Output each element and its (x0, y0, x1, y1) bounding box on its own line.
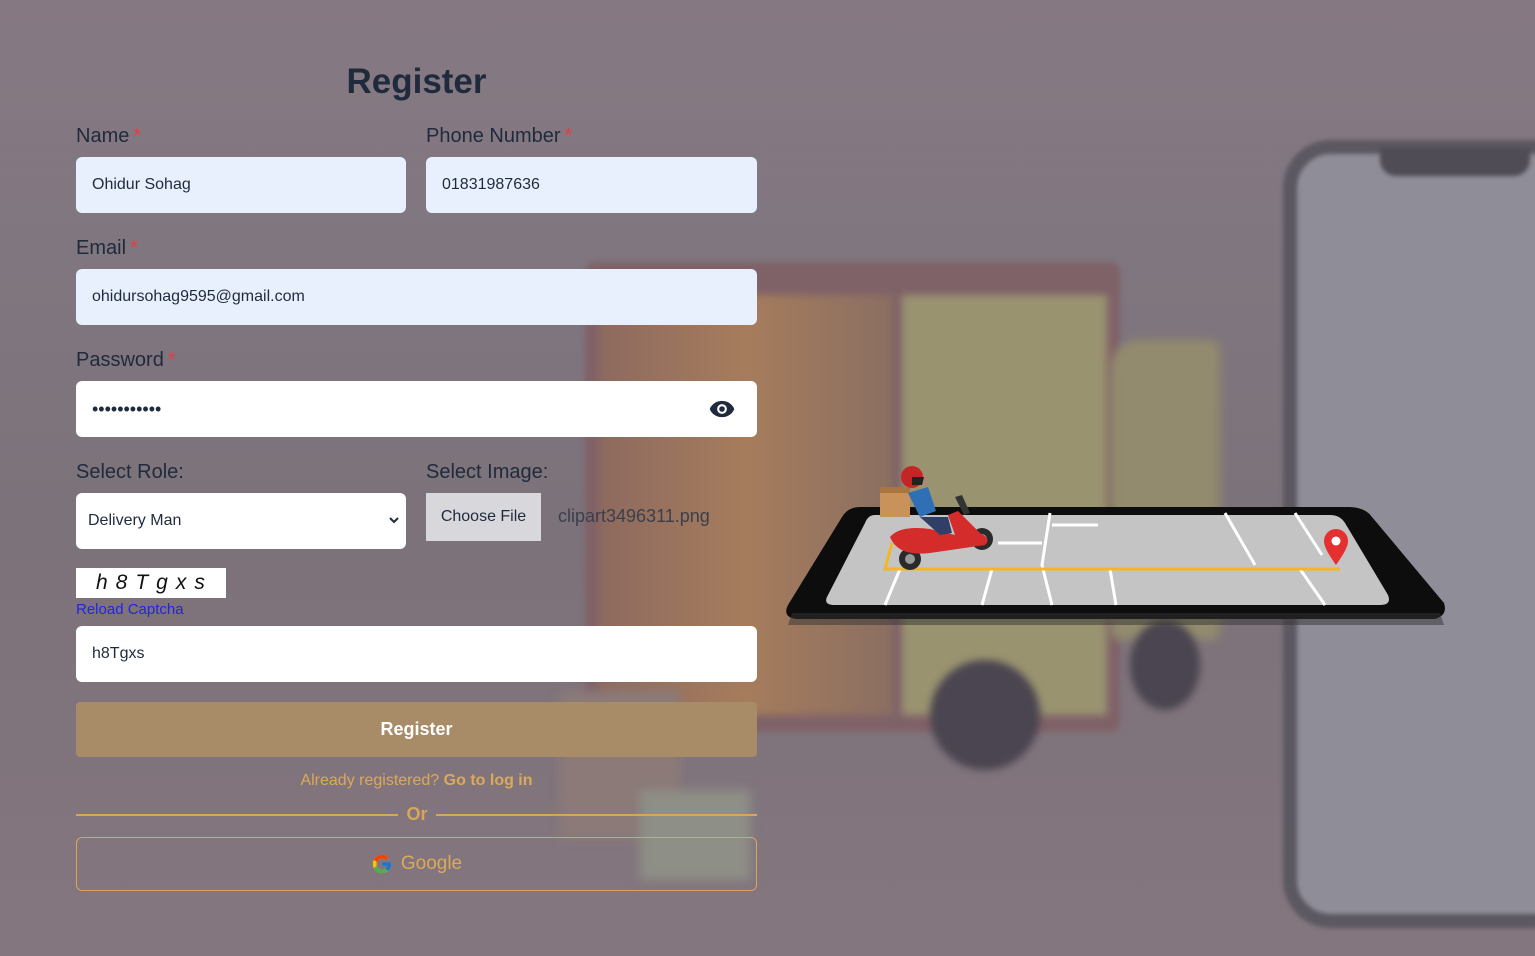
captcha-image: h8Tgxs (76, 568, 226, 598)
choose-file-button[interactable]: Choose File (426, 493, 541, 541)
google-icon (372, 854, 392, 874)
selected-file-name: clipart3496311.png (558, 506, 710, 526)
divider-left (76, 814, 398, 816)
login-prompt-text: Already registered? (300, 772, 440, 789)
register-button[interactable]: Register (76, 702, 757, 757)
email-label: Email * (76, 237, 138, 260)
required-mark: * (130, 237, 138, 259)
page-title: Register (346, 62, 487, 101)
role-select[interactable]: Delivery Man (76, 493, 406, 549)
phone-label: Phone Number * (426, 125, 572, 148)
chevron-down-icon (389, 517, 399, 524)
password-input[interactable]: ••••••••••• (76, 381, 757, 437)
password-label-text: Password (76, 349, 164, 371)
divider-right (436, 814, 757, 816)
phone-input[interactable]: 01831987636 (426, 157, 757, 213)
required-mark: * (564, 125, 573, 147)
name-label: Name * (76, 125, 141, 148)
login-prompt: Already registered? Go to log in (76, 772, 757, 790)
email-input[interactable]: ohidursohag9595@gmail.com (76, 269, 757, 325)
phone-input-value: 01831987636 (442, 176, 540, 193)
google-signin-button[interactable]: Google (76, 837, 757, 891)
background-wheel (1130, 620, 1200, 710)
email-label-text: Email (76, 237, 127, 259)
password-input-value: ••••••••••• (92, 398, 162, 419)
name-label-text: Name (76, 125, 130, 147)
name-input-value: Ohidur Sohag (92, 176, 191, 193)
required-mark: * (167, 349, 176, 371)
captcha-input[interactable]: h8Tgxs (76, 626, 757, 682)
role-select-value: Delivery Man (88, 512, 182, 529)
image-label: Select Image: (426, 461, 549, 483)
eye-icon[interactable] (707, 395, 737, 423)
divider-or-text: Or (406, 804, 428, 824)
background-wheel (930, 660, 1040, 770)
role-label: Select Role: (76, 461, 184, 483)
go-to-login-link[interactable]: Go to log in (444, 772, 533, 789)
password-label: Password * (76, 349, 176, 372)
email-input-value: ohidursohag9595@gmail.com (92, 288, 305, 305)
reload-captcha-link[interactable]: Reload Captcha (76, 601, 184, 618)
background-phone-notch (1380, 148, 1530, 176)
google-button-label: Google (400, 853, 463, 874)
phone-label-text: Phone Number (426, 125, 561, 147)
required-mark: * (133, 125, 142, 147)
name-input[interactable]: Ohidur Sohag (76, 157, 406, 213)
delivery-scooter-phone-illustration (786, 466, 1445, 625)
captcha-input-value: h8Tgxs (92, 645, 145, 662)
